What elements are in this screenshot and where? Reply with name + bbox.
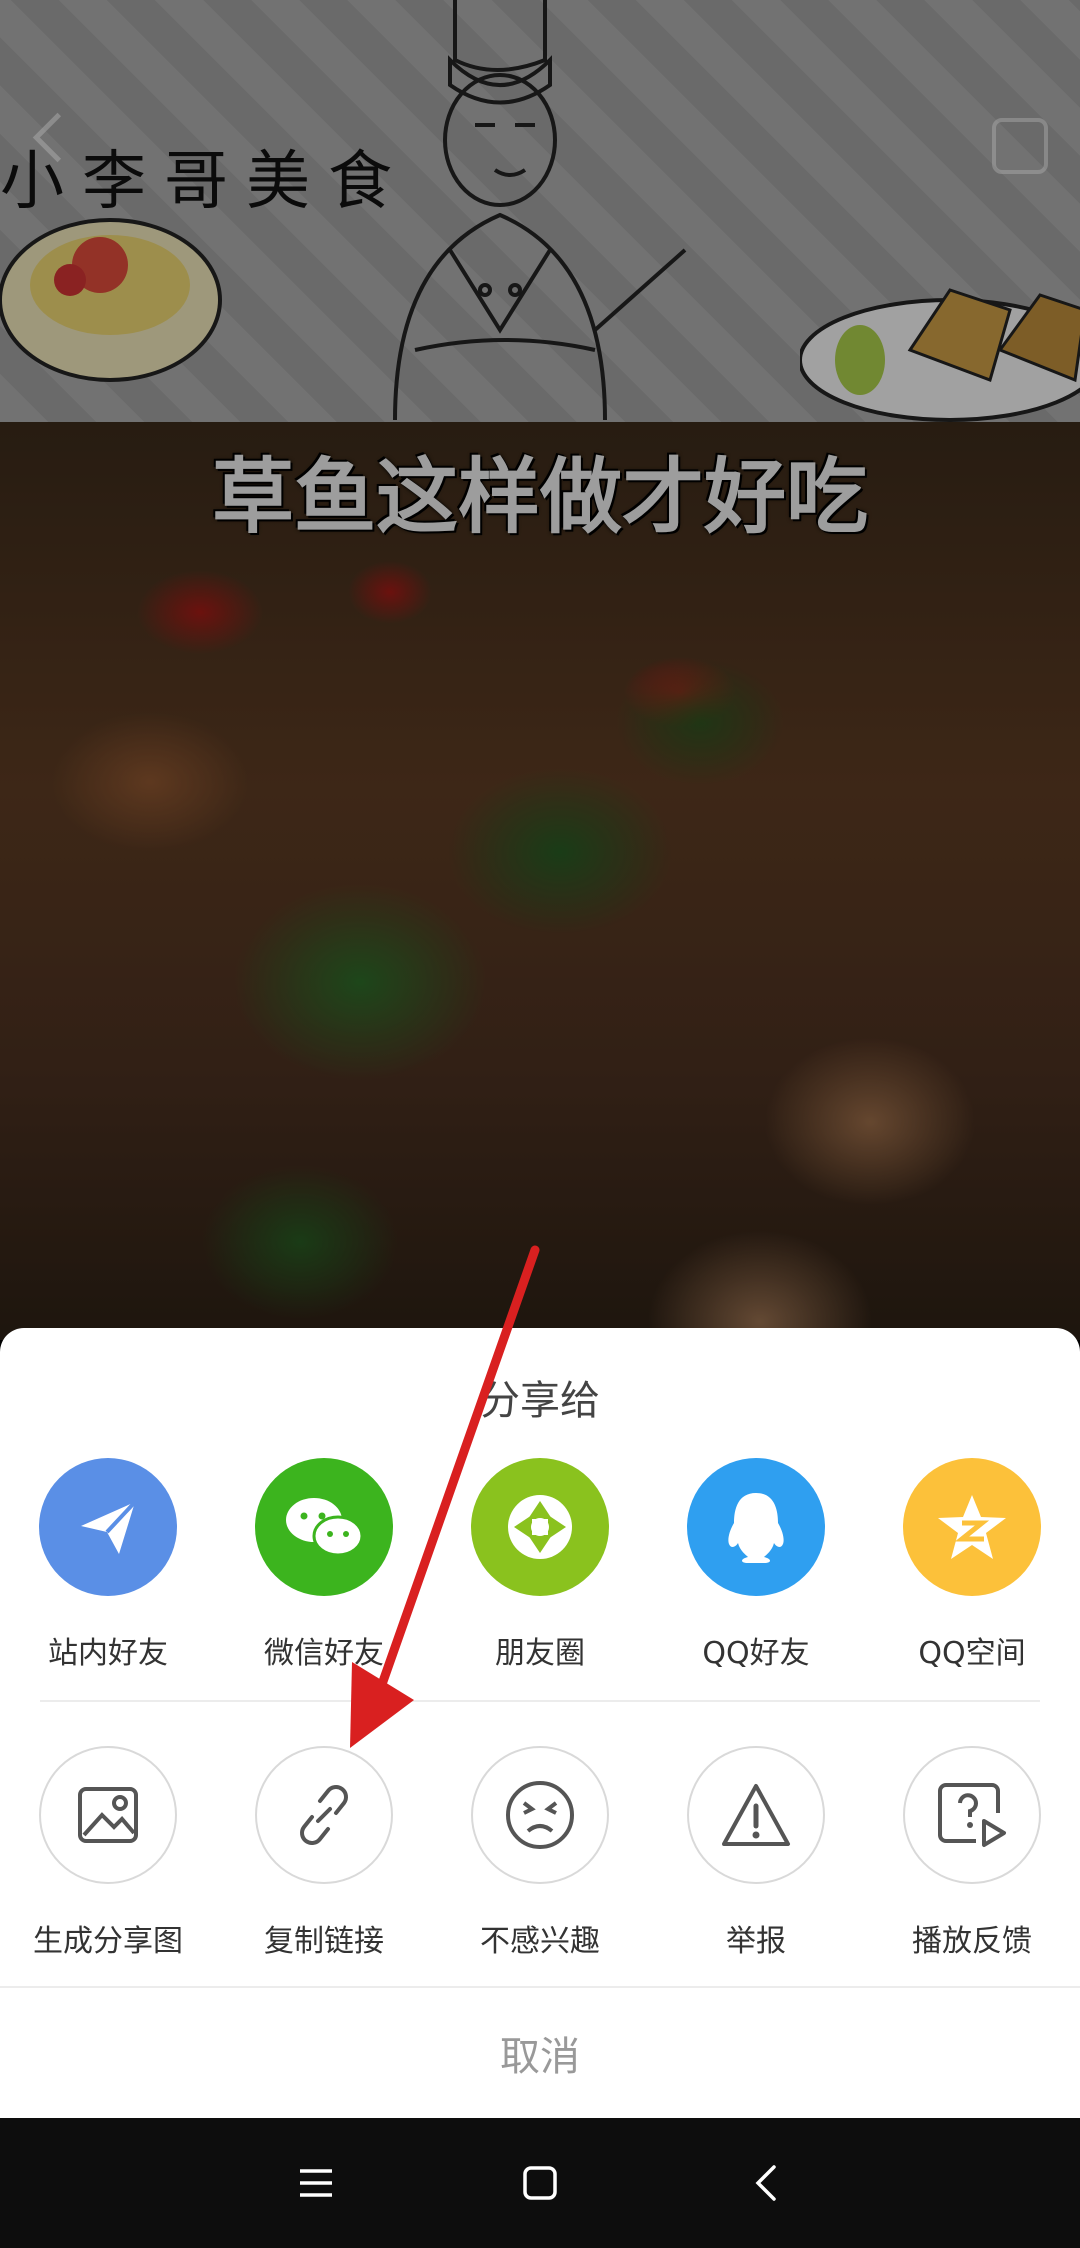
share-qzone[interactable]: QQ空间: [864, 1458, 1080, 1672]
system-nav-bar: [0, 2118, 1080, 2248]
video-player[interactable]: 小李哥美食 草鱼这样做才好吃: [0, 0, 1080, 1340]
share-wechat-friend[interactable]: 微信好友: [216, 1458, 432, 1672]
divider: [40, 1700, 1040, 1702]
not-interested-button[interactable]: 不感兴趣: [432, 1746, 648, 1960]
play-feedback-icon: [903, 1746, 1041, 1884]
back-icon[interactable]: [706, 2118, 826, 2248]
warning-icon: [687, 1746, 825, 1884]
dim-overlay[interactable]: [0, 0, 1080, 1340]
qzone-icon: [903, 1458, 1041, 1596]
link-icon: [255, 1746, 393, 1884]
copy-link-button[interactable]: 复制链接: [216, 1746, 432, 1960]
generate-share-image-button[interactable]: 生成分享图: [0, 1746, 216, 1960]
share-in-app-friend[interactable]: 站内好友: [0, 1458, 216, 1672]
image-icon: [39, 1746, 177, 1884]
share-qq-friend[interactable]: QQ好友: [648, 1458, 864, 1672]
home-icon[interactable]: [480, 2118, 600, 2248]
paper-plane-icon: [39, 1458, 177, 1596]
report-button[interactable]: 举报: [648, 1746, 864, 1960]
cancel-button[interactable]: 取消: [0, 1988, 1080, 2118]
unhappy-face-icon: [471, 1746, 609, 1884]
share-sheet-title: 分享给: [480, 1378, 600, 1424]
qq-icon: [687, 1458, 825, 1596]
playback-feedback-button[interactable]: 播放反馈: [864, 1746, 1080, 1960]
moments-icon: [471, 1458, 609, 1596]
share-sheet: 分享给 站内好友 微信好友 朋友圈 QQ好友 QQ空间 生成分享图 复制链接 不…: [0, 1328, 1080, 2118]
share-moments[interactable]: 朋友圈: [432, 1458, 648, 1672]
menu-icon[interactable]: [256, 2118, 376, 2248]
wechat-icon: [255, 1458, 393, 1596]
